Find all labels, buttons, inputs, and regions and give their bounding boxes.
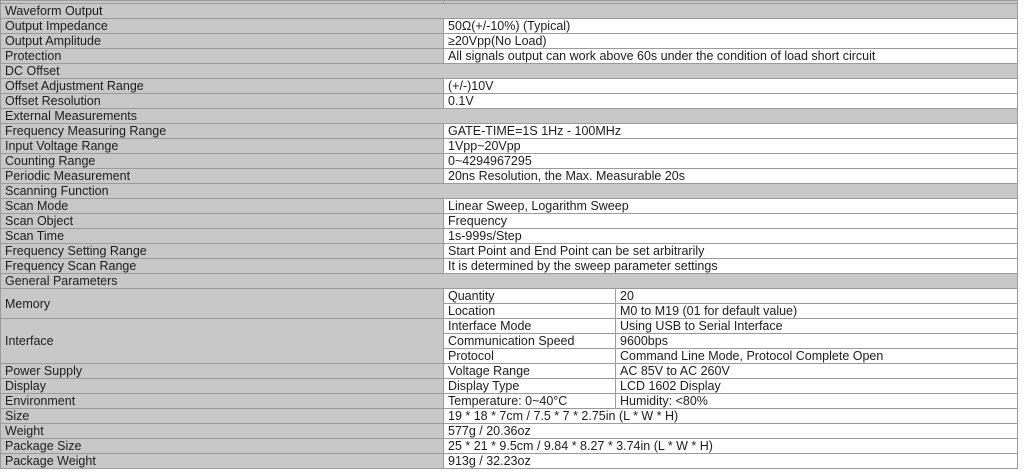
- spec-value: Humidity: <80%: [616, 394, 1018, 409]
- spec-row: Periodic Measurement 20ns Resolution, th…: [1, 169, 1018, 184]
- spec-value: 20ns Resolution, the Max. Measurable 20s: [444, 169, 1018, 184]
- spec-row: Memory Quantity 20: [1, 289, 1018, 304]
- spec-sub-label: Quantity: [444, 289, 616, 304]
- spec-value: (+/-)10V: [444, 79, 1018, 94]
- spec-value: All signals output can work above 60s un…: [444, 49, 1018, 64]
- spec-sub-label: Voltage Range: [444, 364, 616, 379]
- spec-row: Environment Temperature: 0~40°C Humidity…: [1, 394, 1018, 409]
- section-row-external-measurements: External Measurements: [1, 109, 1018, 124]
- spec-row: Counting Range 0~4294967295: [1, 154, 1018, 169]
- spec-label: Scan Time: [1, 229, 444, 244]
- spec-value: AC 85V to AC 260V: [616, 364, 1018, 379]
- spec-row: Package Size 25 * 21 * 9.5cm / 9.84 * 8.…: [1, 439, 1018, 454]
- spec-row: Weight 577g / 20.36oz: [1, 424, 1018, 439]
- spec-table: Waveform Output Output Impedance 50Ω(+/-…: [0, 0, 1018, 469]
- spec-row: Offset Adjustment Range (+/-)10V: [1, 79, 1018, 94]
- spec-label: Scan Object: [1, 214, 444, 229]
- spec-value: 1s-999s/Step: [444, 229, 1018, 244]
- spec-label: Protection: [1, 49, 444, 64]
- section-row-scanning-function: Scanning Function: [1, 184, 1018, 199]
- spec-value: 913g / 32.23oz: [444, 454, 1018, 469]
- spec-row: Power Supply Voltage Range AC 85V to AC …: [1, 364, 1018, 379]
- spec-row: Interface Interface Mode Using USB to Se…: [1, 319, 1018, 334]
- spec-value: 0.1V: [444, 94, 1018, 109]
- spec-row: Frequency Setting Range Start Point and …: [1, 244, 1018, 259]
- spec-label: Memory: [1, 289, 444, 319]
- spec-label: Frequency Measuring Range: [1, 124, 444, 139]
- spec-row: Package Weight 913g / 32.23oz: [1, 454, 1018, 469]
- spec-value: ≥20Vpp(No Load): [444, 34, 1018, 49]
- spec-value: 0~4294967295: [444, 154, 1018, 169]
- spec-row: Frequency Scan Range It is determined by…: [1, 259, 1018, 274]
- spec-label: Offset Resolution: [1, 94, 444, 109]
- spec-value: LCD 1602 Display: [616, 379, 1018, 394]
- spec-row: Display Display Type LCD 1602 Display: [1, 379, 1018, 394]
- spec-value: 20: [616, 289, 1018, 304]
- spec-value: 1Vpp~20Vpp: [444, 139, 1018, 154]
- spec-row: Input Voltage Range 1Vpp~20Vpp: [1, 139, 1018, 154]
- spec-label: Display: [1, 379, 444, 394]
- spec-row: Scan Object Frequency: [1, 214, 1018, 229]
- spec-sub-label: Protocol: [444, 349, 616, 364]
- section-row-general-parameters: General Parameters: [1, 274, 1018, 289]
- spec-row: Output Impedance 50Ω(+/-10%) (Typical): [1, 19, 1018, 34]
- section-header: Waveform Output: [1, 4, 1018, 19]
- section-row-waveform-output: Waveform Output: [1, 4, 1018, 19]
- spec-sub-label: Location: [444, 304, 616, 319]
- spec-value: Using USB to Serial Interface: [616, 319, 1018, 334]
- spec-label: Offset Adjustment Range: [1, 79, 444, 94]
- spec-value: GATE-TIME=1S 1Hz - 100MHz: [444, 124, 1018, 139]
- spec-label: Frequency Setting Range: [1, 244, 444, 259]
- spec-value: 50Ω(+/-10%) (Typical): [444, 19, 1018, 34]
- section-row-dc-offset: DC Offset: [1, 64, 1018, 79]
- spec-value: Start Point and End Point can be set arb…: [444, 244, 1018, 259]
- spec-value: Frequency: [444, 214, 1018, 229]
- spec-label: Scan Mode: [1, 199, 444, 214]
- spec-label: Output Impedance: [1, 19, 444, 34]
- section-header: DC Offset: [1, 64, 1018, 79]
- spec-label: Output Amplitude: [1, 34, 444, 49]
- spec-label: Periodic Measurement: [1, 169, 444, 184]
- spec-row: Scan Time 1s-999s/Step: [1, 229, 1018, 244]
- spec-value: Linear Sweep, Logarithm Sweep: [444, 199, 1018, 214]
- spec-value: 577g / 20.36oz: [444, 424, 1018, 439]
- spec-label: Package Weight: [1, 454, 444, 469]
- spec-sub-label: Interface Mode: [444, 319, 616, 334]
- spec-label: Interface: [1, 319, 444, 364]
- spec-value: 19 * 18 * 7cm / 7.5 * 7 * 2.75in (L * W …: [444, 409, 1018, 424]
- spec-label: Power Supply: [1, 364, 444, 379]
- spec-label: Environment: [1, 394, 444, 409]
- spec-row: Scan Mode Linear Sweep, Logarithm Sweep: [1, 199, 1018, 214]
- spec-row: Output Amplitude ≥20Vpp(No Load): [1, 34, 1018, 49]
- spec-label: Weight: [1, 424, 444, 439]
- spec-label: Package Size: [1, 439, 444, 454]
- section-header: Scanning Function: [1, 184, 1018, 199]
- spec-label: Frequency Scan Range: [1, 259, 444, 274]
- spec-sub-label: Temperature: 0~40°C: [444, 394, 616, 409]
- spec-row: Size 19 * 18 * 7cm / 7.5 * 7 * 2.75in (L…: [1, 409, 1018, 424]
- spec-value: M0 to M19 (01 for default value): [616, 304, 1018, 319]
- spec-value: 25 * 21 * 9.5cm / 9.84 * 8.27 * 3.74in (…: [444, 439, 1018, 454]
- spec-value: Command Line Mode, Protocol Complete Ope…: [616, 349, 1018, 364]
- spec-value: It is determined by the sweep parameter …: [444, 259, 1018, 274]
- section-header: General Parameters: [1, 274, 1018, 289]
- spec-row: Protection All signals output can work a…: [1, 49, 1018, 64]
- spec-label: Input Voltage Range: [1, 139, 444, 154]
- spec-row: Frequency Measuring Range GATE-TIME=1S 1…: [1, 124, 1018, 139]
- spec-sub-label: Display Type: [444, 379, 616, 394]
- spec-label: Size: [1, 409, 444, 424]
- spec-sub-label: Communication Speed: [444, 334, 616, 349]
- spec-label: Counting Range: [1, 154, 444, 169]
- section-header: External Measurements: [1, 109, 1018, 124]
- spec-value: 9600bps: [616, 334, 1018, 349]
- spec-row: Offset Resolution 0.1V: [1, 94, 1018, 109]
